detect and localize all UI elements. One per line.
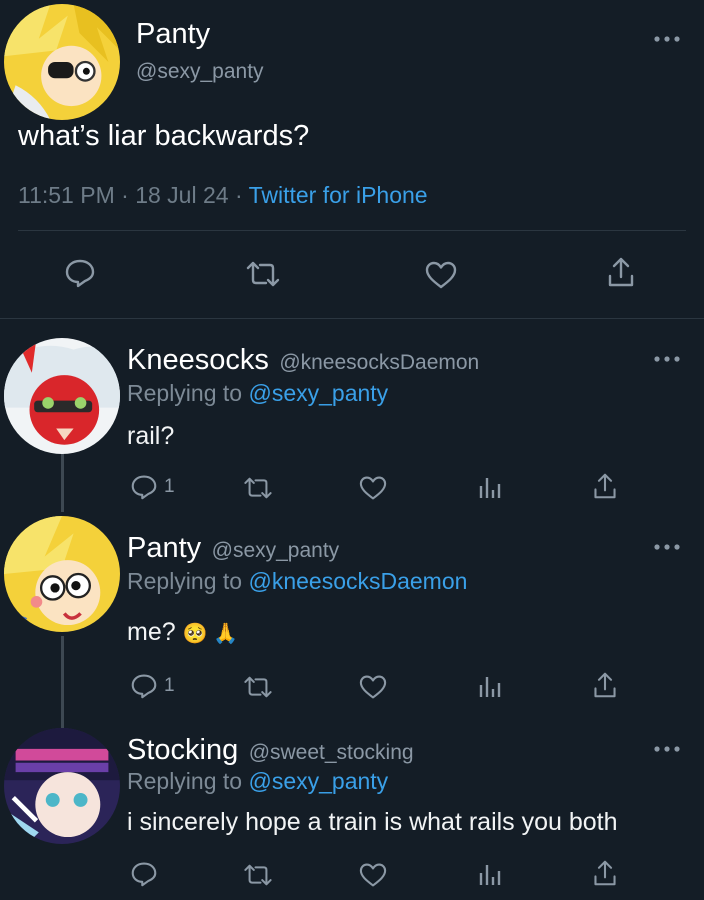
- thread-line: [61, 636, 64, 728]
- replying-to-mention[interactable]: @kneesocksDaemon: [248, 568, 467, 594]
- like-button[interactable]: [358, 475, 388, 501]
- like-button[interactable]: [358, 674, 388, 700]
- author-handle[interactable]: @sexy_panty: [136, 60, 264, 84]
- reply-button[interactable]: [130, 861, 164, 887]
- reply-text-content: me?: [127, 618, 176, 646]
- share-icon: [594, 473, 616, 499]
- more-dots-icon[interactable]: [652, 742, 682, 756]
- bar-chart-icon: [479, 865, 501, 885]
- more-dots-icon[interactable]: [652, 540, 682, 554]
- heart-icon: [359, 675, 387, 699]
- heart-icon: [359, 476, 387, 500]
- analytics-button[interactable]: [478, 673, 502, 699]
- avatar[interactable]: [4, 338, 120, 454]
- author-handle[interactable]: @kneesocksDaemon: [279, 351, 479, 374]
- more-dots-icon[interactable]: [652, 352, 682, 366]
- reply-count: 1: [164, 675, 175, 696]
- share-button[interactable]: [592, 472, 618, 500]
- speech-bubble-icon: [65, 259, 95, 288]
- replying-prefix: Replying to: [127, 568, 243, 594]
- meta-divider: [18, 230, 686, 231]
- reply-header: Kneesocks @kneesocksDaemon: [127, 344, 479, 377]
- share-button[interactable]: [606, 256, 636, 288]
- tweet-time: 11:51 PM: [18, 182, 115, 208]
- retweet-button[interactable]: [244, 260, 282, 288]
- retweet-icon: [244, 864, 272, 886]
- more-dots-icon[interactable]: [652, 32, 682, 46]
- replying-prefix: Replying to: [127, 768, 243, 794]
- retweet-button[interactable]: [242, 675, 274, 699]
- bar-chart-icon: [479, 478, 501, 498]
- share-button[interactable]: [592, 671, 618, 699]
- reply-button[interactable]: 1: [130, 474, 175, 500]
- retweet-icon: [244, 676, 272, 698]
- analytics-button[interactable]: [478, 861, 502, 887]
- avatar[interactable]: [4, 4, 120, 120]
- tweet-source[interactable]: Twitter for iPhone: [249, 182, 428, 208]
- share-icon: [608, 257, 634, 287]
- speech-bubble-icon: [131, 674, 157, 699]
- avatar[interactable]: [4, 728, 120, 844]
- reply-count: 1: [164, 476, 175, 497]
- speech-bubble-icon: [131, 862, 157, 887]
- replying-to-mention[interactable]: @sexy_panty: [248, 768, 388, 794]
- reply-button[interactable]: 1: [130, 673, 175, 699]
- retweet-button[interactable]: [242, 476, 274, 500]
- like-button[interactable]: [424, 260, 458, 290]
- replying-prefix: Replying to: [127, 380, 243, 406]
- tweet-date: 18 Jul 24: [135, 182, 229, 208]
- retweet-icon: [246, 261, 280, 287]
- heart-icon: [359, 863, 387, 887]
- author-name[interactable]: Kneesocks: [127, 344, 269, 376]
- reply-text: rail?: [127, 422, 175, 450]
- retweet-icon: [244, 477, 272, 499]
- heart-icon: [425, 261, 457, 289]
- reply-button[interactable]: [64, 258, 96, 288]
- bar-chart-icon: [479, 677, 501, 697]
- replying-to-label: Replying to @sexy_panty: [127, 768, 388, 795]
- like-button[interactable]: [358, 862, 388, 888]
- author-name[interactable]: Panty: [127, 532, 201, 564]
- replying-to-label: Replying to @sexy_panty: [127, 380, 388, 407]
- share-icon: [594, 672, 616, 698]
- reply-header: Stocking @sweet_stocking: [127, 734, 414, 767]
- reply-text: me? 🥺 🙏: [127, 618, 238, 647]
- reply-header: Panty @sexy_panty: [127, 532, 339, 565]
- meta-separator: ·: [121, 182, 129, 208]
- thread-line: [61, 450, 64, 512]
- tweet-meta: 11:51 PM · 18 Jul 24 · Twitter for iPhon…: [18, 182, 428, 209]
- section-divider: [0, 318, 704, 319]
- replying-to-mention[interactable]: @sexy_panty: [248, 380, 388, 406]
- author-handle[interactable]: @sexy_panty: [212, 539, 340, 562]
- avatar[interactable]: [4, 516, 120, 632]
- analytics-button[interactable]: [478, 474, 502, 500]
- tweet-text: what’s liar backwards?: [18, 120, 310, 152]
- author-name[interactable]: Panty: [136, 18, 210, 51]
- author-name[interactable]: Stocking: [127, 734, 238, 766]
- emoji: 🥺 🙏: [182, 623, 238, 645]
- meta-separator: ·: [234, 182, 243, 208]
- reply-text: i sincerely hope a train is what rails y…: [127, 808, 618, 836]
- speech-bubble-icon: [131, 475, 157, 500]
- author-handle[interactable]: @sweet_stocking: [249, 741, 414, 764]
- retweet-button[interactable]: [242, 863, 274, 887]
- replying-to-label: Replying to @kneesocksDaemon: [127, 568, 467, 595]
- share-icon: [594, 860, 616, 886]
- share-button[interactable]: [592, 859, 618, 887]
